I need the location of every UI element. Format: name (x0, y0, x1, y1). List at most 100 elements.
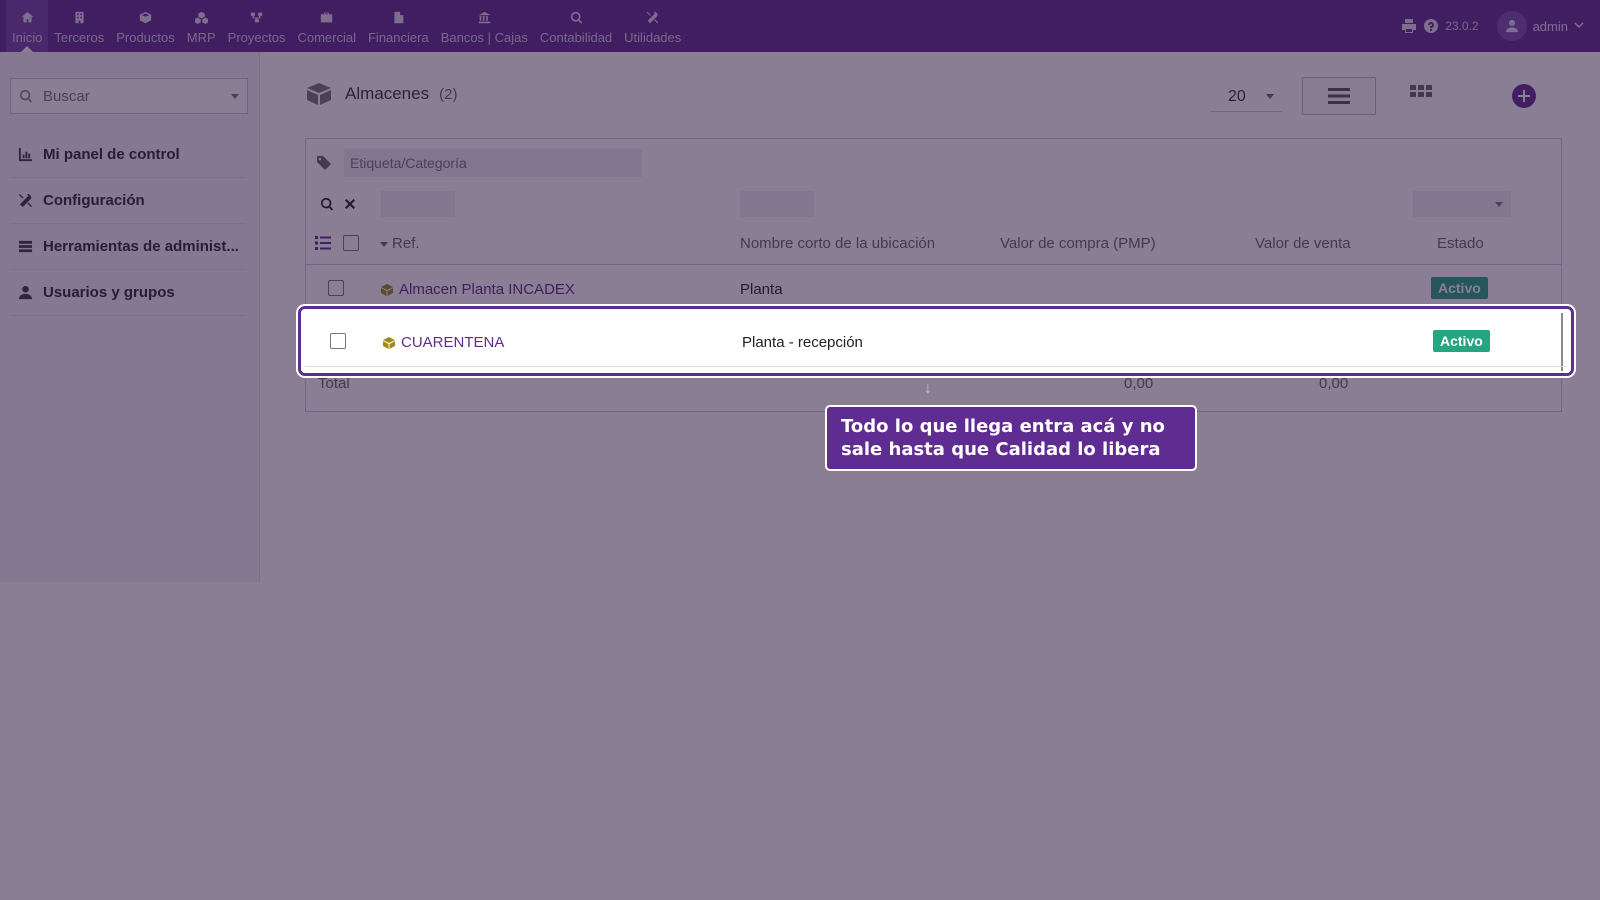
warehouse-box-icon (307, 83, 331, 105)
sidebar-item-configuracion[interactable]: Configuración (10, 178, 246, 224)
row-checkbox[interactable] (328, 280, 344, 300)
cube-icon (139, 11, 152, 23)
add-button[interactable] (1512, 84, 1536, 108)
row-location: Planta - recepción (742, 334, 863, 351)
menu-item-label: Financiera (367, 30, 429, 45)
sidebar-search[interactable] (10, 78, 248, 114)
row-ref-label: Almacen Planta INCADEX (399, 281, 575, 298)
sidebar-item-usuarios[interactable]: Usuarios y grupos (10, 270, 246, 316)
menu-item-label: Comercial (297, 30, 356, 45)
column-sale-value[interactable]: Valor de venta (1255, 235, 1351, 252)
sidebar-item-label: Configuración (43, 192, 145, 209)
total-purchase-value: 0,00 (1124, 375, 1154, 392)
kanban-view-button[interactable] (1410, 84, 1432, 109)
page-title: Almacenes (345, 84, 430, 103)
menu-item-label: Utilidades (624, 30, 682, 45)
tag-icon (317, 156, 331, 170)
list-view-button[interactable] (1302, 77, 1376, 115)
record-count: (2) (439, 85, 458, 103)
total-sale-value: 0,00 (1319, 375, 1349, 392)
top-nav-bar: Inicio Terceros Productos MRP Proyectos … (0, 0, 1600, 52)
building-icon (75, 11, 84, 23)
plus-icon (1518, 90, 1530, 102)
user-icon (1505, 19, 1518, 33)
menu-item-label: Bancos | Cajas (440, 30, 528, 45)
briefcase-icon (321, 12, 333, 22)
status-badge: Activo (1431, 277, 1488, 299)
user-icon (18, 285, 33, 300)
column-purchase-value[interactable]: Valor de compra (PMP) (1000, 235, 1156, 252)
menu-item-utilidades[interactable]: Utilidades (618, 0, 687, 52)
menu-item-label: Inicio (12, 30, 43, 45)
tag-category-input[interactable] (344, 149, 642, 177)
menu-item-label: MRP (186, 30, 216, 45)
tools-icon (647, 11, 659, 23)
menu-item-label: Contabilidad (539, 30, 613, 45)
warehouse-box-icon (381, 283, 393, 296)
menu-item-mrp[interactable]: MRP (181, 0, 222, 52)
column-ref[interactable]: Ref. (380, 235, 420, 252)
page-header: Almacenes (2) (305, 82, 457, 106)
main-menu: Inicio Terceros Productos MRP Proyectos … (0, 0, 687, 52)
menu-item-terceros[interactable]: Terceros (48, 0, 110, 52)
menu-item-financiera[interactable]: Financiera (362, 0, 435, 52)
row-location: Planta (740, 281, 783, 298)
chevron-down-icon[interactable] (231, 93, 239, 99)
sidebar-item-label: Herramientas de administ... (43, 238, 239, 255)
search-icon[interactable] (320, 197, 334, 216)
sidebar-item-label: Usuarios y grupos (43, 284, 175, 301)
help-icon[interactable] (1423, 18, 1439, 34)
sidebar-item-herramientas[interactable]: Herramientas de administ... (10, 224, 246, 270)
table-row[interactable]: CUARENTENA Planta - recepción Activo (308, 319, 1578, 367)
row-ref-link[interactable]: Almacen Planta INCADEX (380, 281, 575, 298)
search-input[interactable] (43, 87, 213, 105)
sidebar-item-dashboard[interactable]: Mi panel de control (10, 132, 246, 178)
sidebar: Mi panel de control Configuración Herram… (0, 52, 260, 582)
column-status[interactable]: Estado (1437, 235, 1484, 252)
menu-item-contabilidad[interactable]: Contabilidad (534, 0, 618, 52)
search-icon (19, 89, 33, 103)
chart-icon (18, 147, 33, 162)
home-icon (21, 11, 33, 22)
chevron-down-icon[interactable] (1574, 19, 1584, 33)
menu-item-inicio[interactable]: Inicio (6, 0, 49, 52)
column-location[interactable]: Nombre corto de la ubicación (740, 235, 935, 252)
server-icon (18, 240, 33, 253)
per-page-select[interactable]: 20 (1210, 82, 1282, 112)
close-icon[interactable] (344, 197, 356, 215)
location-filter-input[interactable] (740, 191, 814, 217)
menu-item-label: Productos (116, 30, 175, 45)
row-checkbox[interactable] (330, 333, 346, 353)
warehouse-box-icon (383, 336, 395, 349)
sort-down-icon (380, 241, 388, 247)
column-filter-row (306, 187, 1561, 219)
sidebar-menu: Mi panel de control Configuración Herram… (10, 132, 246, 316)
status-filter-select[interactable] (1413, 191, 1511, 217)
menu-item-bancos-cajas[interactable]: Bancos | Cajas (435, 0, 534, 52)
menu-item-label: Proyectos (227, 30, 286, 45)
per-page-value: 20 (1228, 87, 1246, 105)
grid-icon (1410, 85, 1432, 97)
avatar[interactable] (1496, 11, 1527, 41)
sidebar-item-label: Mi panel de control (43, 146, 180, 163)
select-all-checkbox[interactable] (343, 235, 359, 255)
menu-item-productos[interactable]: Productos (110, 0, 181, 52)
print-icon[interactable] (1401, 18, 1417, 34)
status-badge: Activo (1433, 330, 1490, 352)
menu-item-label: Terceros (54, 30, 105, 45)
ref-filter-input[interactable] (381, 191, 455, 217)
user-name[interactable]: admin (1533, 19, 1568, 34)
tooltip-arrow: ↓ (924, 380, 932, 397)
menu-item-proyectos[interactable]: Proyectos (222, 0, 292, 52)
file-icon (394, 11, 404, 23)
row-ref-link[interactable]: CUARENTENA (382, 334, 504, 351)
search-dollar-icon (570, 11, 582, 24)
highlighted-row[interactable]: CUARENTENA Planta - recepción Activo (298, 306, 1574, 376)
row-ref-label: CUARENTENA (401, 334, 505, 351)
tools-icon (18, 193, 33, 208)
sitemap-icon (250, 12, 263, 22)
scroll-divider (1561, 313, 1563, 371)
chevron-down-icon (1495, 202, 1503, 207)
menu-item-comercial[interactable]: Comercial (291, 0, 362, 52)
column-list-icon[interactable] (315, 236, 331, 254)
